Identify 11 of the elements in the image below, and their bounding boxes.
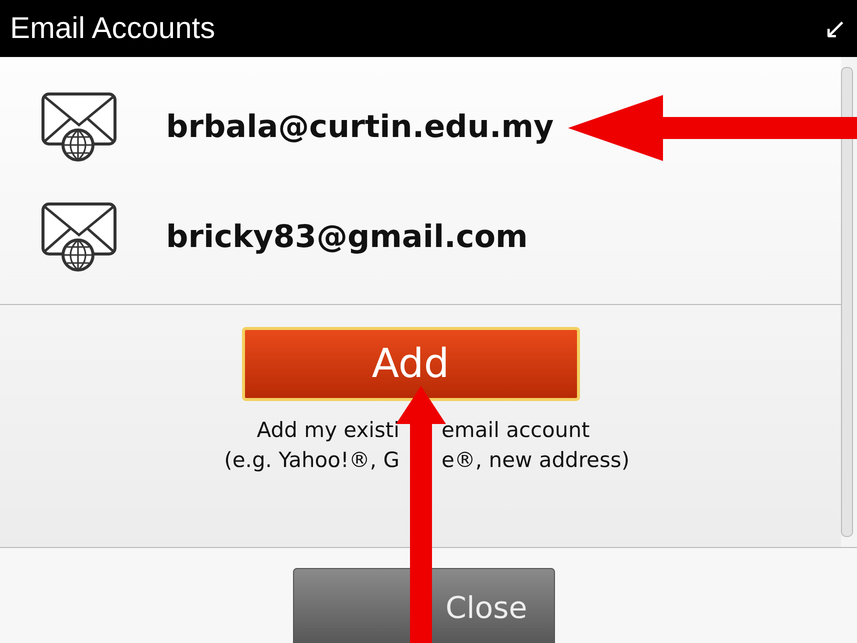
email-address[interactable]: bricky83@gmail.com — [166, 219, 528, 255]
hint-text: Add my existi — [256, 417, 400, 444]
screen-title: Email Accounts — [10, 12, 216, 46]
corner-arrow-icon[interactable]: ↙ — [824, 12, 847, 45]
scroll-bar[interactable] — [841, 67, 853, 537]
hint-text: (e.g. Yahoo!®, G — [224, 447, 400, 474]
add-button[interactable]: Add — [242, 327, 580, 401]
close-button[interactable]: Close — [292, 568, 554, 643]
hint-text: e®, new address) — [442, 447, 630, 474]
hint-text: email account — [442, 417, 590, 444]
email-address[interactable]: brbala@curtin.edu.my — [166, 109, 554, 145]
